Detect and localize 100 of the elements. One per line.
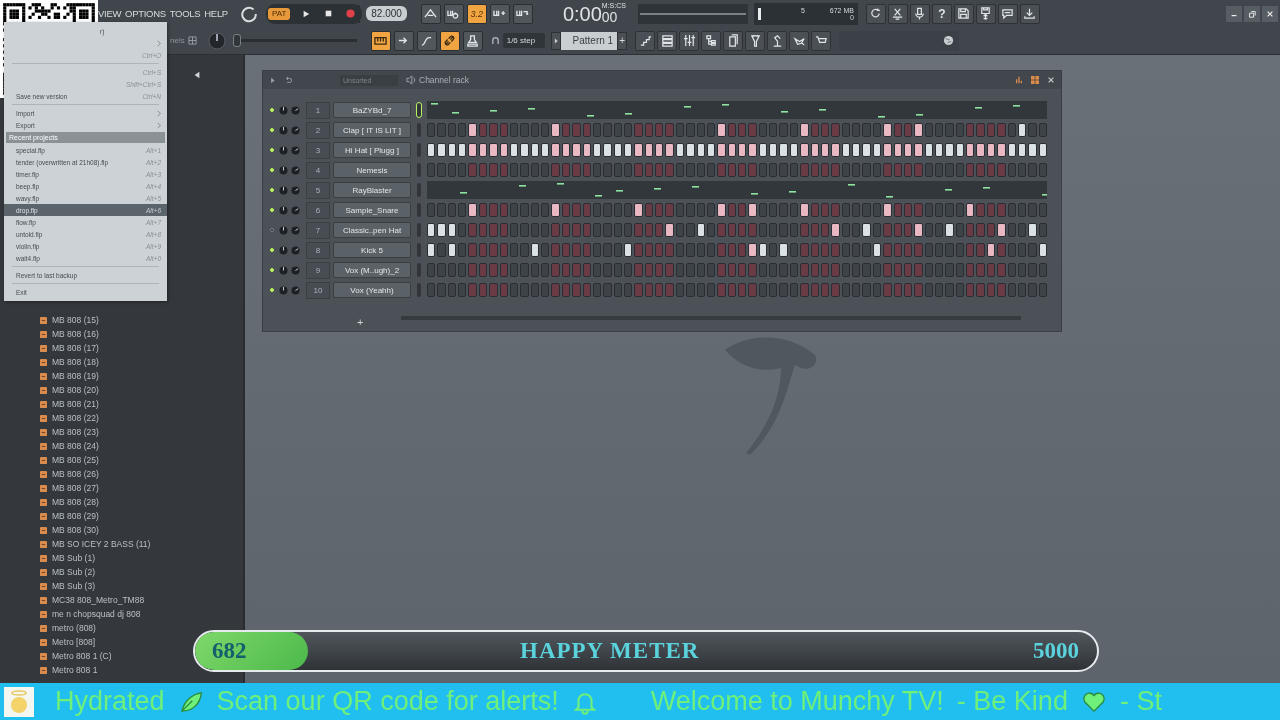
toolbar-button[interactable]: 3.2 bbox=[466, 3, 487, 24]
volume-knob[interactable] bbox=[291, 225, 300, 235]
pan-knob[interactable] bbox=[279, 105, 288, 115]
collapse-arrow-icon[interactable] bbox=[193, 71, 201, 79]
channel-name-button[interactable]: Clap [ IT IS LIT ] bbox=[333, 122, 411, 138]
toolbar-button[interactable] bbox=[443, 3, 464, 24]
browser-item[interactable]: MB Sub (2) bbox=[52, 567, 95, 577]
browser-item[interactable]: MB 808 (21) bbox=[52, 399, 99, 409]
mixer-track-number[interactable]: 1 bbox=[306, 101, 330, 119]
volume-knob[interactable] bbox=[291, 205, 300, 215]
channel-name-button[interactable]: Vox (Yeahh) bbox=[333, 282, 411, 298]
mixer-track-number[interactable]: 4 bbox=[306, 161, 330, 179]
slider-thumb[interactable] bbox=[232, 34, 241, 47]
play-arrow-icon[interactable] bbox=[269, 76, 276, 84]
toolbar-button[interactable] bbox=[420, 3, 441, 24]
curve-button[interactable] bbox=[416, 30, 437, 51]
pan-knob[interactable] bbox=[279, 145, 288, 155]
browser-item[interactable]: MB 808 (18) bbox=[52, 357, 99, 367]
channel-name-button[interactable]: Nemesis bbox=[333, 162, 411, 178]
pan-knob[interactable] bbox=[279, 205, 288, 215]
menu-item[interactable]: HELP bbox=[204, 8, 228, 19]
pan-knob[interactable] bbox=[279, 285, 288, 295]
arrow-right-button[interactable] bbox=[393, 30, 414, 51]
browser-item[interactable]: MB 808 (29) bbox=[52, 511, 99, 521]
pan-knob[interactable] bbox=[279, 265, 288, 275]
add-channel-button[interactable]: + bbox=[357, 316, 364, 328]
microphone-button[interactable] bbox=[909, 3, 930, 24]
channel-name-button[interactable]: Classic..pen Hat bbox=[333, 222, 411, 238]
browser-item[interactable]: MB 808 (20) bbox=[52, 385, 99, 395]
channel-name-button[interactable]: Sample_Snare bbox=[333, 202, 411, 218]
volume-knob[interactable] bbox=[291, 285, 300, 295]
browser-item[interactable]: MB 808 (28) bbox=[52, 497, 99, 507]
plug-button[interactable] bbox=[745, 30, 766, 51]
channel-selector[interactable] bbox=[417, 103, 421, 117]
close-icon[interactable] bbox=[1047, 76, 1055, 84]
browser-item[interactable]: MB 808 (17) bbox=[52, 343, 99, 353]
restore-button[interactable] bbox=[1244, 5, 1260, 22]
tree-button[interactable] bbox=[701, 30, 722, 51]
channel-name-button[interactable]: BaZYBd_7 bbox=[333, 102, 411, 118]
browser-item[interactable]: metro (808) bbox=[52, 623, 96, 633]
volume-knob[interactable] bbox=[291, 185, 300, 195]
piano-keys-button[interactable] bbox=[370, 30, 391, 51]
browser-item[interactable]: MB 808 (15) bbox=[52, 315, 99, 325]
volume-knob[interactable] bbox=[291, 125, 300, 135]
browser-item[interactable]: Metro [808] bbox=[52, 637, 95, 647]
pattern-arrow-button[interactable] bbox=[551, 31, 562, 50]
volume-knob[interactable] bbox=[291, 145, 300, 155]
minimize-button[interactable] bbox=[1226, 5, 1242, 22]
pattern-song-toggle[interactable]: PAT bbox=[267, 7, 291, 20]
mixer-track-number[interactable]: 3 bbox=[306, 141, 330, 159]
pan-knob[interactable] bbox=[279, 165, 288, 175]
browser-item[interactable]: MB 808 (24) bbox=[52, 441, 99, 451]
master-knob[interactable] bbox=[206, 30, 227, 51]
browser-item[interactable]: MB 808 (26) bbox=[52, 469, 99, 479]
menu-item[interactable]: TOOLS bbox=[169, 8, 201, 19]
channel-toggle-led[interactable] bbox=[270, 228, 274, 232]
volume-knob[interactable] bbox=[291, 245, 300, 255]
download-button[interactable] bbox=[1019, 3, 1040, 24]
mixer-track-number[interactable]: 5 bbox=[306, 181, 330, 199]
browser-item[interactable]: MB 808 (25) bbox=[52, 455, 99, 465]
mixer-track-number[interactable]: 7 bbox=[306, 221, 330, 239]
pattern-selector[interactable]: Pattern 1 bbox=[561, 31, 618, 50]
browser-item[interactable]: MB SO ICEY 2 BASS (11) bbox=[52, 539, 151, 549]
link-button[interactable] bbox=[439, 30, 460, 51]
channels-label[interactable]: nels bbox=[170, 36, 185, 45]
grid-icon[interactable] bbox=[1031, 76, 1039, 84]
globe-icon[interactable] bbox=[943, 35, 955, 46]
save-button[interactable] bbox=[953, 3, 974, 24]
pan-knob[interactable] bbox=[279, 185, 288, 195]
snap-dropdown[interactable]: 1/6 step bbox=[502, 33, 546, 48]
toolbar-button[interactable] bbox=[489, 3, 510, 24]
pan-knob[interactable] bbox=[279, 245, 288, 255]
volume-knob[interactable] bbox=[291, 165, 300, 175]
list-button[interactable] bbox=[657, 30, 678, 51]
stamp-button[interactable] bbox=[462, 30, 483, 51]
menu-item[interactable]: OPTIONS bbox=[125, 8, 166, 19]
lamp-button[interactable] bbox=[767, 30, 788, 51]
mixer-track-number[interactable]: 8 bbox=[306, 241, 330, 259]
bars-icon[interactable] bbox=[1015, 76, 1023, 84]
menu-item[interactable]: VIEW bbox=[98, 8, 122, 19]
pan-knob[interactable] bbox=[279, 125, 288, 135]
browser-item[interactable]: MB 808 (23) bbox=[52, 427, 99, 437]
browser-item[interactable]: MB 808 (16) bbox=[52, 329, 99, 339]
channel-name-button[interactable]: RayBlaster bbox=[333, 182, 411, 198]
browser-item[interactable]: MB 808 (22) bbox=[52, 413, 99, 423]
floppy-arrows-button[interactable] bbox=[975, 3, 996, 24]
chat-button[interactable] bbox=[997, 3, 1018, 24]
refresh-button[interactable] bbox=[865, 3, 886, 24]
mixer-track-number[interactable]: 10 bbox=[306, 281, 330, 299]
mixer-track-number[interactable]: 2 bbox=[306, 121, 330, 139]
volume-knob[interactable] bbox=[291, 105, 300, 115]
sliders-button[interactable] bbox=[679, 30, 700, 51]
document-button[interactable] bbox=[723, 30, 744, 51]
pan-knob[interactable] bbox=[279, 225, 288, 235]
browser-item[interactable]: MB 808 (19) bbox=[52, 371, 99, 381]
channel-name-button[interactable]: Hi Hat [ Plugg ] bbox=[333, 142, 411, 158]
browser-item[interactable]: MB 808 (27) bbox=[52, 483, 99, 493]
cart-button[interactable] bbox=[811, 30, 832, 51]
close-button[interactable] bbox=[1262, 5, 1278, 22]
channel-name-button[interactable]: Vox (M..ugh)_2 bbox=[333, 262, 411, 278]
